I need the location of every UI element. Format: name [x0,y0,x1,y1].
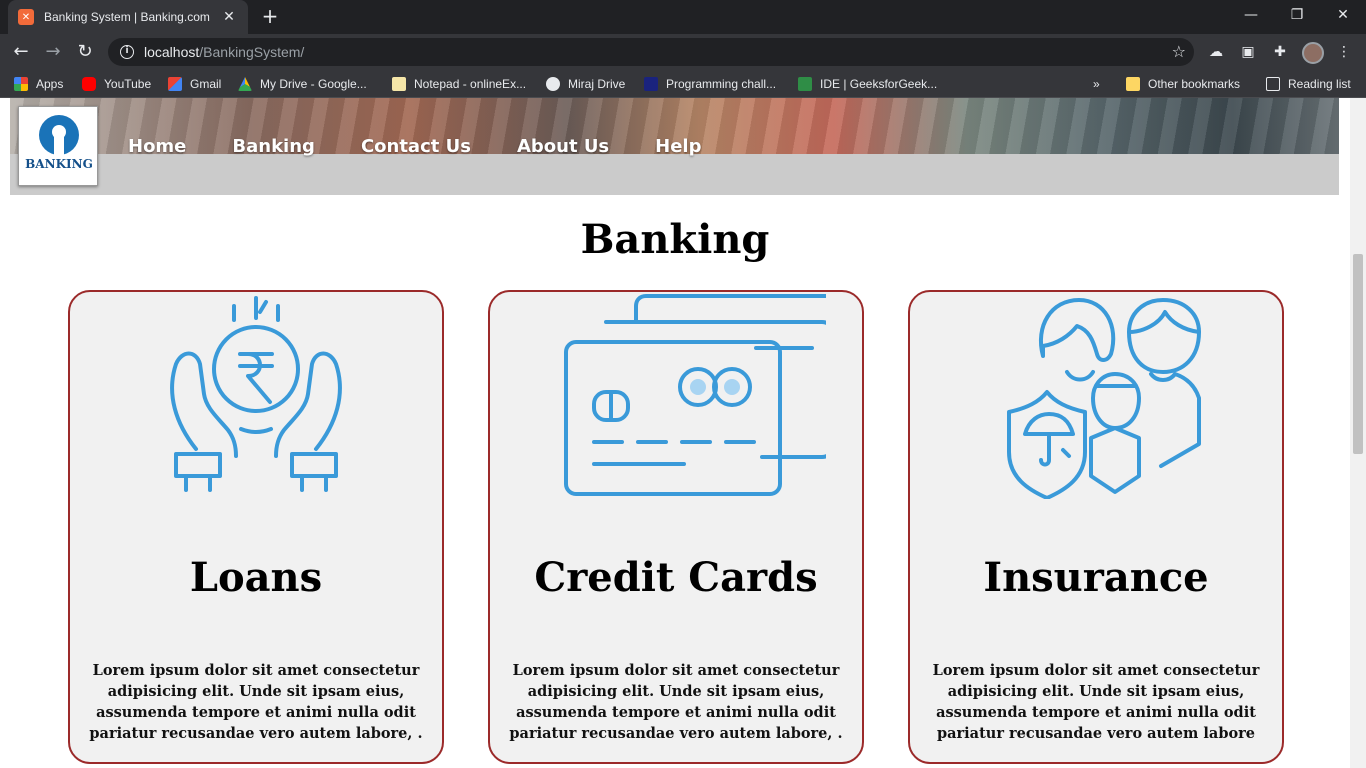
card-description: Lorem ipsum dolor sit amet consectetur a… [89,662,423,742]
nav-home[interactable]: Home [128,136,186,157]
back-icon[interactable]: ← [8,40,34,64]
profile-avatar[interactable] [1302,42,1324,64]
address-bar[interactable]: i localhost/BankingSystem/ ☆ [108,38,1194,66]
notepad-icon [392,77,406,91]
extension-media-icon[interactable]: ▣ [1238,42,1258,62]
insurance-card[interactable]: Insurance Lorem ipsum dolor sit amet con… [908,290,1284,764]
bookmark-youtube[interactable]: YouTube [82,76,151,92]
bookmark-star-icon[interactable]: ☆ [1172,42,1186,61]
bank-logo[interactable]: BANKING [18,106,98,186]
google-drive-icon [238,77,252,91]
bookmark-apps[interactable]: Apps [14,76,63,92]
main-nav: Home Banking Contact Us About Us Help [128,136,747,157]
nav-contact-us[interactable]: Contact Us [361,136,471,157]
youtube-icon [82,77,96,91]
scrollbar-thumb[interactable] [1353,254,1363,454]
nav-about-us[interactable]: About Us [517,136,609,157]
loan-hands-rupee-icon [70,294,442,504]
nav-help[interactable]: Help [655,136,701,157]
new-tab-icon[interactable]: + [258,5,282,29]
card-title: Insurance [983,554,1209,601]
card-title: Credit Cards [534,554,818,601]
programming-icon [644,77,658,91]
minimize-icon[interactable]: — [1228,0,1274,30]
logo-text: BANKING [25,157,93,171]
credit-cards-card[interactable]: Credit Cards Lorem ipsum dolor sit amet … [488,290,864,764]
tab-strip: ✕ Banking System | Banking.com ✕ + — ❐ ✕ [0,0,1366,34]
close-window-icon[interactable]: ✕ [1320,0,1366,30]
card-description: Lorem ipsum dolor sit amet consectetur a… [509,662,843,742]
card-title: Loans [189,554,323,601]
page-viewport: BANKING Home Banking Contact Us About Us… [0,98,1350,768]
site-header: BANKING Home Banking Contact Us About Us… [10,98,1339,195]
bookmark-geeksforgeeks[interactable]: IDE | GeeksforGeek... [798,76,937,92]
reading-list[interactable]: Reading list [1266,76,1351,92]
apps-grid-icon [14,77,28,91]
bookmarks-overflow-icon[interactable]: » [1093,76,1100,92]
bookmark-notepad[interactable]: Notepad - onlineEx... [392,76,526,92]
credit-card-icon [490,294,862,504]
folder-icon [1126,77,1140,91]
bookmark-other-bookmarks[interactable]: Other bookmarks [1126,76,1240,92]
nav-banking[interactable]: Banking [232,136,315,157]
xampp-favicon-icon: ✕ [18,9,34,25]
bookmark-gmail[interactable]: Gmail [168,76,221,92]
url-host: localhost [144,44,200,60]
browser-toolbar: ← → ↻ i localhost/BankingSystem/ ☆ ☁ ▣ ✚… [0,34,1366,70]
geeksforgeeks-icon [798,77,812,91]
gmail-icon [168,77,182,91]
bookmarks-bar: Apps YouTube Gmail My Drive - Google... … [0,70,1366,98]
forward-icon[interactable]: → [40,40,66,64]
extension-cloud-icon[interactable]: ☁ [1206,42,1226,62]
globe-icon [546,77,560,91]
restore-icon[interactable]: ❐ [1274,0,1320,30]
bookmark-my-drive[interactable]: My Drive - Google... [238,76,367,92]
bookmark-programming[interactable]: Programming chall... [644,76,776,92]
reading-list-icon [1266,77,1280,91]
section-title: Banking [580,216,770,263]
family-insurance-icon [910,294,1282,504]
close-tab-icon[interactable]: ✕ [220,9,238,25]
card-description: Lorem ipsum dolor sit amet consectetur a… [932,662,1260,742]
reload-icon[interactable]: ↻ [72,40,98,64]
browser-menu-icon[interactable]: ⋮ [1334,42,1354,62]
bookmark-miraj-drive[interactable]: Miraj Drive [546,76,625,92]
site-info-icon[interactable]: i [120,45,134,59]
url-path: /BankingSystem/ [199,44,305,60]
browser-tab[interactable]: ✕ Banking System | Banking.com ✕ [8,0,248,34]
extensions-puzzle-icon[interactable]: ✚ [1270,42,1290,62]
tab-title: Banking System | Banking.com [44,10,210,24]
loans-card[interactable]: Loans Lorem ipsum dolor sit amet consect… [68,290,444,764]
page-scrollbar[interactable] [1350,98,1366,768]
